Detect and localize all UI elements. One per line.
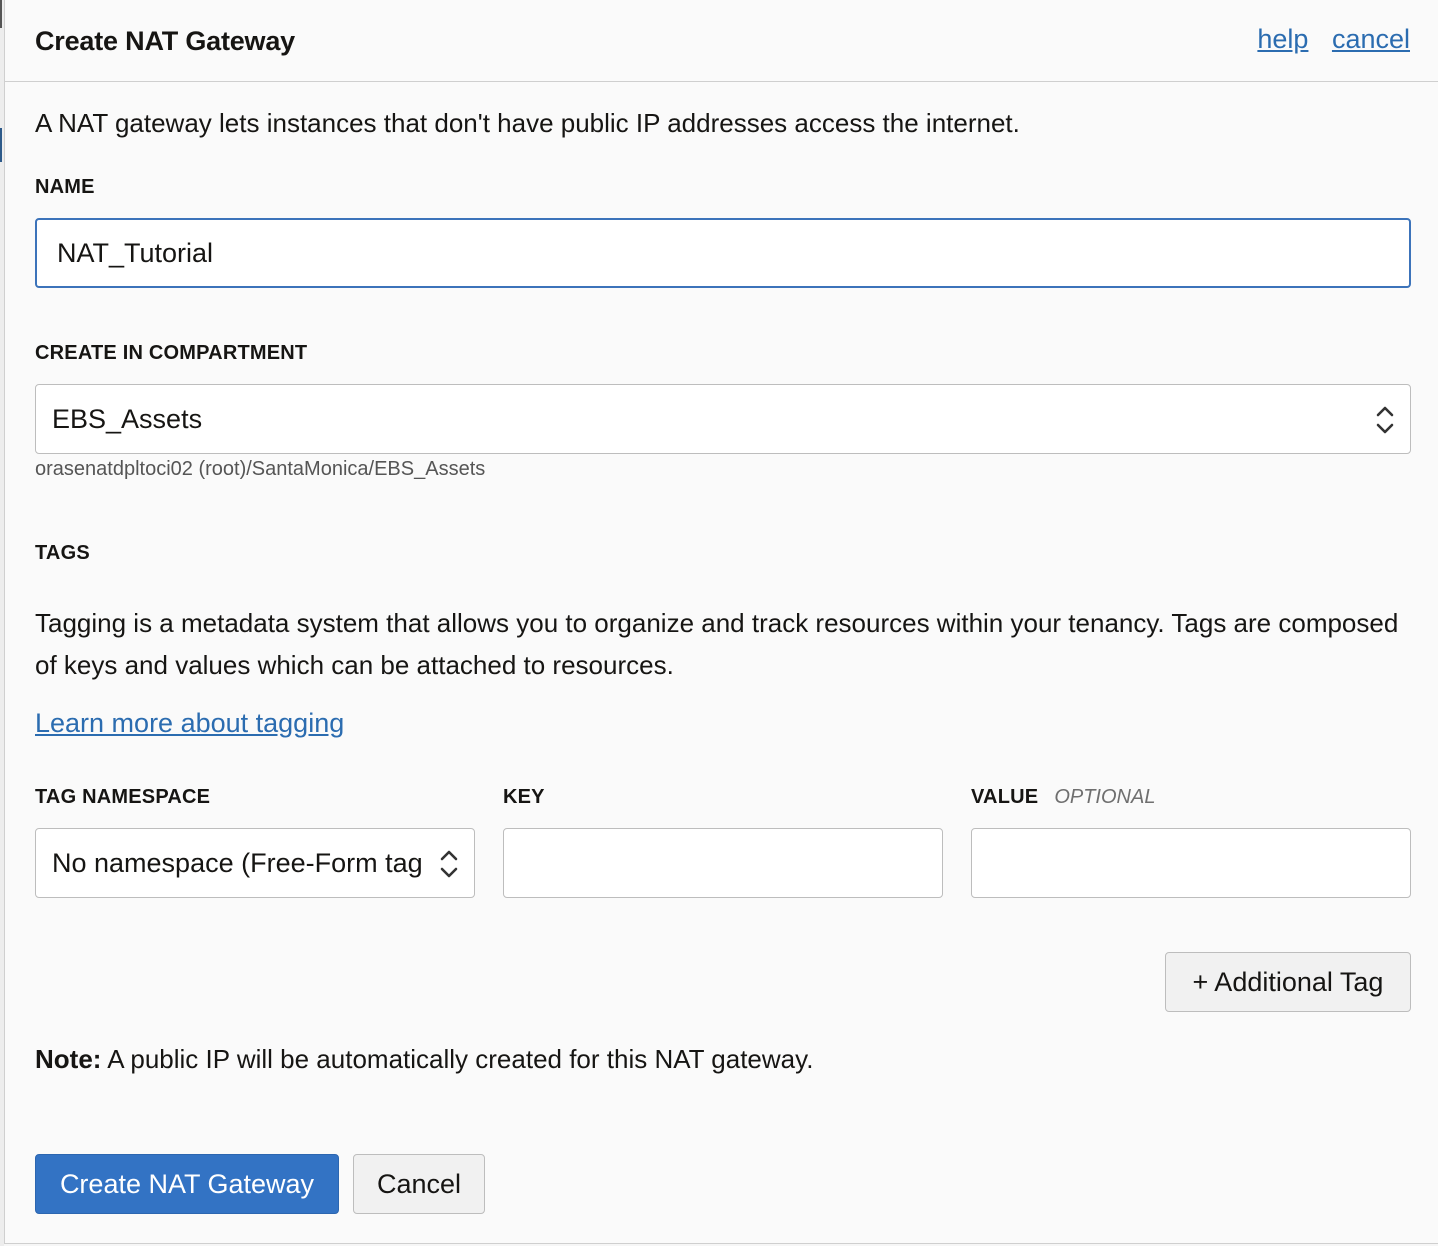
- create-nat-gateway-button[interactable]: Create NAT Gateway: [35, 1154, 339, 1214]
- edge-mark: [0, 0, 2, 28]
- create-nat-gateway-dialog: Create NAT Gateway help cancel A NAT gat…: [4, 0, 1438, 1244]
- tag-value-label: VALUE OPTIONAL: [971, 786, 1155, 809]
- tags-description: Tagging is a metadata system that allows…: [35, 608, 1399, 680]
- edge-mark-accent: [0, 128, 2, 162]
- up-down-chevron-icon: [440, 850, 458, 878]
- name-input[interactable]: [35, 218, 1411, 288]
- note-text: A public IP will be automatically create…: [101, 1044, 814, 1074]
- cancel-button[interactable]: Cancel: [353, 1154, 485, 1214]
- optional-hint: OPTIONAL: [1054, 786, 1156, 808]
- up-down-chevron-icon: [1376, 406, 1394, 434]
- name-label: NAME: [35, 176, 95, 198]
- compartment-path: orasenatdpltoci02 (root)/SantaMonica/EBS…: [35, 458, 486, 480]
- tag-key-label: KEY: [503, 786, 545, 808]
- compartment-select[interactable]: EBS_Assets: [35, 384, 1411, 454]
- public-ip-note: Note: A public IP will be automatically …: [35, 1044, 813, 1075]
- note-prefix: Note:: [35, 1044, 102, 1074]
- header-links: help cancel: [1241, 24, 1410, 55]
- tag-namespace-selected-value: No namespace (Free-Form tag: [52, 848, 423, 878]
- tag-namespace-label: TAG NAMESPACE: [35, 786, 211, 808]
- compartment-label: CREATE IN COMPARTMENT: [35, 342, 308, 364]
- tag-key-input[interactable]: [503, 828, 943, 898]
- tag-value-input[interactable]: [971, 828, 1411, 898]
- dialog-header: Create NAT Gateway help cancel: [5, 0, 1438, 82]
- additional-tag-button[interactable]: + Additional Tag: [1165, 952, 1411, 1012]
- dialog-intro: A NAT gateway lets instances that don't …: [35, 108, 1020, 138]
- learn-more-tagging-link[interactable]: Learn more about tagging: [35, 708, 344, 739]
- tags-heading: TAGS: [35, 542, 90, 564]
- compartment-selected-value: EBS_Assets: [52, 404, 203, 434]
- tag-value-label-text: VALUE: [971, 786, 1039, 808]
- dialog-title: Create NAT Gateway: [35, 26, 295, 56]
- cancel-link[interactable]: cancel: [1332, 24, 1410, 54]
- help-link[interactable]: help: [1257, 24, 1308, 54]
- tag-namespace-select[interactable]: No namespace (Free-Form tag: [35, 828, 475, 898]
